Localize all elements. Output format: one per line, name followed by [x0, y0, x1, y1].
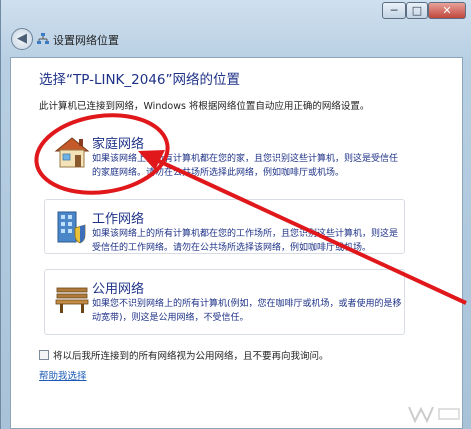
- work-network-title: 工作网络: [92, 212, 145, 227]
- park-bench-icon: [55, 287, 89, 313]
- treat-as-public-checkbox-row[interactable]: 将以后我所连接到的所有网络视为公用网络，且不要再向我询问。: [39, 348, 329, 362]
- watermark-logo: [408, 406, 460, 424]
- close-button[interactable]: ✕: [428, 2, 466, 19]
- home-network-option[interactable]: 家庭网络 如果该网络上的所有计算机都在您的家，且您识别这些计算机，则这是受信任的…: [44, 124, 405, 180]
- maximize-button[interactable]: □: [406, 2, 428, 19]
- public-network-option[interactable]: 公用网络 如果您不识别网络上的所有计算机(例如，您在咖啡厅或机场，或者使用的是移…: [44, 269, 405, 335]
- public-network-title: 公用网络: [92, 282, 145, 297]
- page-description: 此计算机已连接到网络，Windows 将根据网络位置自动应用正确的网络设置。: [39, 101, 370, 112]
- minimize-button[interactable]: ─: [382, 2, 406, 19]
- help-me-choose-link[interactable]: 帮助我选择: [39, 368, 87, 382]
- home-network-description: 如果该网络上的所有计算机都在您的家，且您识别这些计算机，则这是受信任的家庭网络。…: [92, 154, 399, 178]
- treat-as-public-checkbox[interactable]: [39, 350, 49, 360]
- public-network-description: 如果您不识别网络上的所有计算机(例如，您在咖啡厅或机场，或者使用的是移动宽带)，…: [92, 299, 402, 323]
- work-network-description: 如果该网络上的所有计算机都在您的工作场所，且您识别这些计算机，则这是受信任的工作…: [92, 229, 399, 253]
- work-network-option[interactable]: 工作网络 如果该网络上的所有计算机都在您的工作场所，且您识别这些计算机，则这是受…: [44, 199, 405, 254]
- title-bar: ─ □ ✕: [1, 0, 471, 26]
- office-building-icon: [57, 211, 86, 244]
- page-heading: 选择“TP-LINK_2046”网络的位置: [39, 72, 241, 88]
- back-arrow-icon[interactable]: ◀: [11, 28, 33, 50]
- home-network-title: 家庭网络: [92, 137, 145, 152]
- checkbox-label: 将以后我所连接到的所有网络视为公用网络，且不要再向我询问。: [53, 351, 329, 362]
- network-icon: [37, 33, 49, 44]
- dialog-window: ─ □ ✕ ◀ 设置网络位置 选择“TP-LINK_2046”网络的位置 此计算…: [0, 0, 471, 429]
- navigation-bar: ◀ 设置网络位置: [9, 28, 469, 52]
- house-icon: [54, 137, 90, 168]
- window-title: 设置网络位置: [53, 34, 119, 47]
- content-pane: 选择“TP-LINK_2046”网络的位置 此计算机已连接到网络，Windows…: [10, 57, 463, 429]
